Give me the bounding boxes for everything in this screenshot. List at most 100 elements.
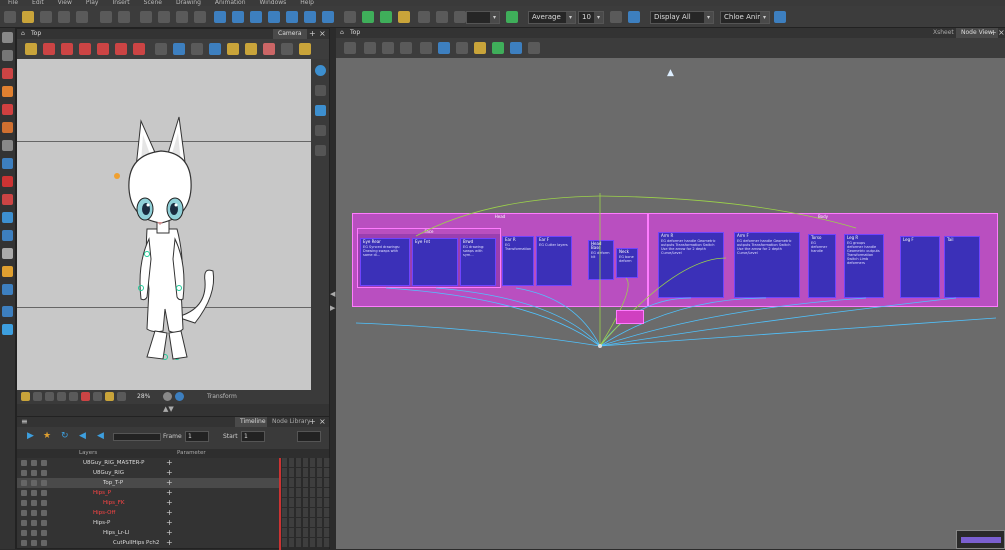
- frame-cell[interactable]: [289, 478, 295, 487]
- frame-cell[interactable]: [317, 528, 323, 537]
- color-swatch-icon[interactable]: [41, 490, 47, 496]
- tab-timeline[interactable]: Timeline: [235, 417, 271, 427]
- eye-icon[interactable]: [21, 470, 27, 476]
- eye-icon[interactable]: [21, 460, 27, 466]
- peg-node-icon[interactable]: [364, 42, 376, 54]
- collapse-left-icon[interactable]: ◀: [330, 290, 335, 298]
- frame-cell[interactable]: [310, 488, 316, 497]
- color-swatch-icon[interactable]: [41, 460, 47, 466]
- cut-icon[interactable]: [140, 11, 152, 23]
- frame-cell[interactable]: [310, 478, 316, 487]
- record-icon[interactable]: [81, 392, 90, 401]
- onion-skin-icon[interactable]: [43, 43, 55, 55]
- light-bulb-icon[interactable]: [21, 392, 30, 401]
- map-icon[interactable]: [528, 42, 540, 54]
- mirror-icon[interactable]: [304, 11, 316, 23]
- deform-icon[interactable]: [322, 11, 334, 23]
- palette-icon[interactable]: [506, 11, 518, 23]
- frame-cell[interactable]: [310, 538, 316, 547]
- frame-cell[interactable]: [310, 518, 316, 527]
- color-swatch-icon[interactable]: [41, 470, 47, 476]
- paste-icon[interactable]: [176, 11, 188, 23]
- frame-cell[interactable]: [317, 518, 323, 527]
- sync-icon[interactable]: [117, 392, 126, 401]
- close-icon[interactable]: ×: [998, 28, 1005, 38]
- new-icon[interactable]: [4, 11, 16, 23]
- sound-scrub-icon[interactable]: ◀: [97, 431, 104, 441]
- frame-cell[interactable]: [282, 498, 288, 507]
- frame-cell[interactable]: [282, 538, 288, 547]
- add-parameter-icon[interactable]: +: [166, 468, 173, 478]
- frame-cell[interactable]: [296, 498, 302, 507]
- rig-tool-icon[interactable]: [2, 284, 13, 295]
- lock-icon[interactable]: [31, 510, 37, 516]
- frame-cell[interactable]: [289, 498, 295, 507]
- add-tab-icon[interactable]: +: [309, 29, 316, 39]
- layer-row[interactable]: U8Guy_RIG_MASTER-P +: [17, 458, 279, 468]
- deform-node-icon[interactable]: [438, 42, 450, 54]
- frame-icon[interactable]: [45, 392, 54, 401]
- play-icon[interactable]: ▶: [27, 431, 34, 441]
- color-swatch-select[interactable]: ▾: [466, 11, 500, 24]
- color-swatch-icon[interactable]: [41, 480, 47, 486]
- frame-cell[interactable]: [317, 478, 323, 487]
- bone-icon[interactable]: [362, 11, 374, 23]
- frame-cell[interactable]: [296, 538, 302, 547]
- write-node-icon[interactable]: [456, 42, 468, 54]
- play-sound-icon[interactable]: ★: [43, 431, 51, 441]
- timeline-frames[interactable]: [279, 458, 330, 550]
- add-parameter-icon[interactable]: +: [166, 498, 173, 508]
- display-select[interactable]: Display All ▾: [650, 11, 714, 24]
- frame-cell[interactable]: [317, 458, 323, 467]
- frame-cell[interactable]: [303, 508, 309, 517]
- add-parameter-icon[interactable]: +: [166, 538, 173, 548]
- frame-cell[interactable]: [282, 488, 288, 497]
- display-output-node[interactable]: [598, 344, 602, 348]
- bounding-box-icon[interactable]: [398, 11, 410, 23]
- save-icon[interactable]: [40, 11, 52, 23]
- add-parameter-icon[interactable]: +: [166, 458, 173, 468]
- frame-cell[interactable]: [282, 518, 288, 527]
- lock-icon[interactable]: [31, 520, 37, 526]
- render-view-icon[interactable]: [315, 105, 326, 116]
- select-tool-icon[interactable]: [2, 32, 13, 43]
- color-swatch-icon[interactable]: [41, 520, 47, 526]
- delete-icon[interactable]: [194, 11, 206, 23]
- flip-icon[interactable]: [286, 11, 298, 23]
- eye-icon[interactable]: [21, 480, 27, 486]
- layer-row[interactable]: Hips_P +: [17, 488, 279, 498]
- eye-icon[interactable]: [21, 510, 27, 516]
- frame-cell[interactable]: [303, 468, 309, 477]
- frame-cell[interactable]: [317, 468, 323, 477]
- add-parameter-icon[interactable]: +: [166, 488, 173, 498]
- frame-cell[interactable]: [303, 478, 309, 487]
- frame-cell[interactable]: [317, 538, 323, 547]
- grid-icon[interactable]: [418, 11, 430, 23]
- tab-camera[interactable]: Camera: [273, 29, 307, 39]
- brush-tool-icon[interactable]: [2, 68, 13, 79]
- line-icon[interactable]: [281, 43, 293, 55]
- frame-cell[interactable]: [296, 528, 302, 537]
- value-input[interactable]: 10 ▾: [578, 11, 604, 24]
- keyframe-icon[interactable]: [454, 11, 466, 23]
- add-parameter-icon[interactable]: +: [166, 508, 173, 518]
- color-swatch-icon[interactable]: [41, 510, 47, 516]
- contour-tool-icon[interactable]: [2, 50, 13, 61]
- lock-icon[interactable]: [31, 530, 37, 536]
- hierarchy-icon[interactable]: [380, 11, 392, 23]
- open-icon[interactable]: [22, 11, 34, 23]
- gear-icon[interactable]: [610, 11, 622, 23]
- rig-icon[interactable]: [344, 11, 356, 23]
- layer-row[interactable]: Top_T-P +: [17, 478, 279, 488]
- frame-cell[interactable]: [282, 508, 288, 517]
- pencil-tool-icon[interactable]: [2, 86, 13, 97]
- spline-tool-icon[interactable]: [2, 324, 13, 335]
- eye-icon[interactable]: [21, 490, 27, 496]
- eye-icon[interactable]: [21, 520, 27, 526]
- collapse-right-icon[interactable]: ▶: [330, 304, 335, 312]
- start-input[interactable]: 1: [241, 431, 265, 442]
- stop-input[interactable]: [297, 431, 321, 442]
- frame-cell[interactable]: [310, 498, 316, 507]
- frame-cell[interactable]: [296, 508, 302, 517]
- character-drawing[interactable]: [17, 59, 311, 390]
